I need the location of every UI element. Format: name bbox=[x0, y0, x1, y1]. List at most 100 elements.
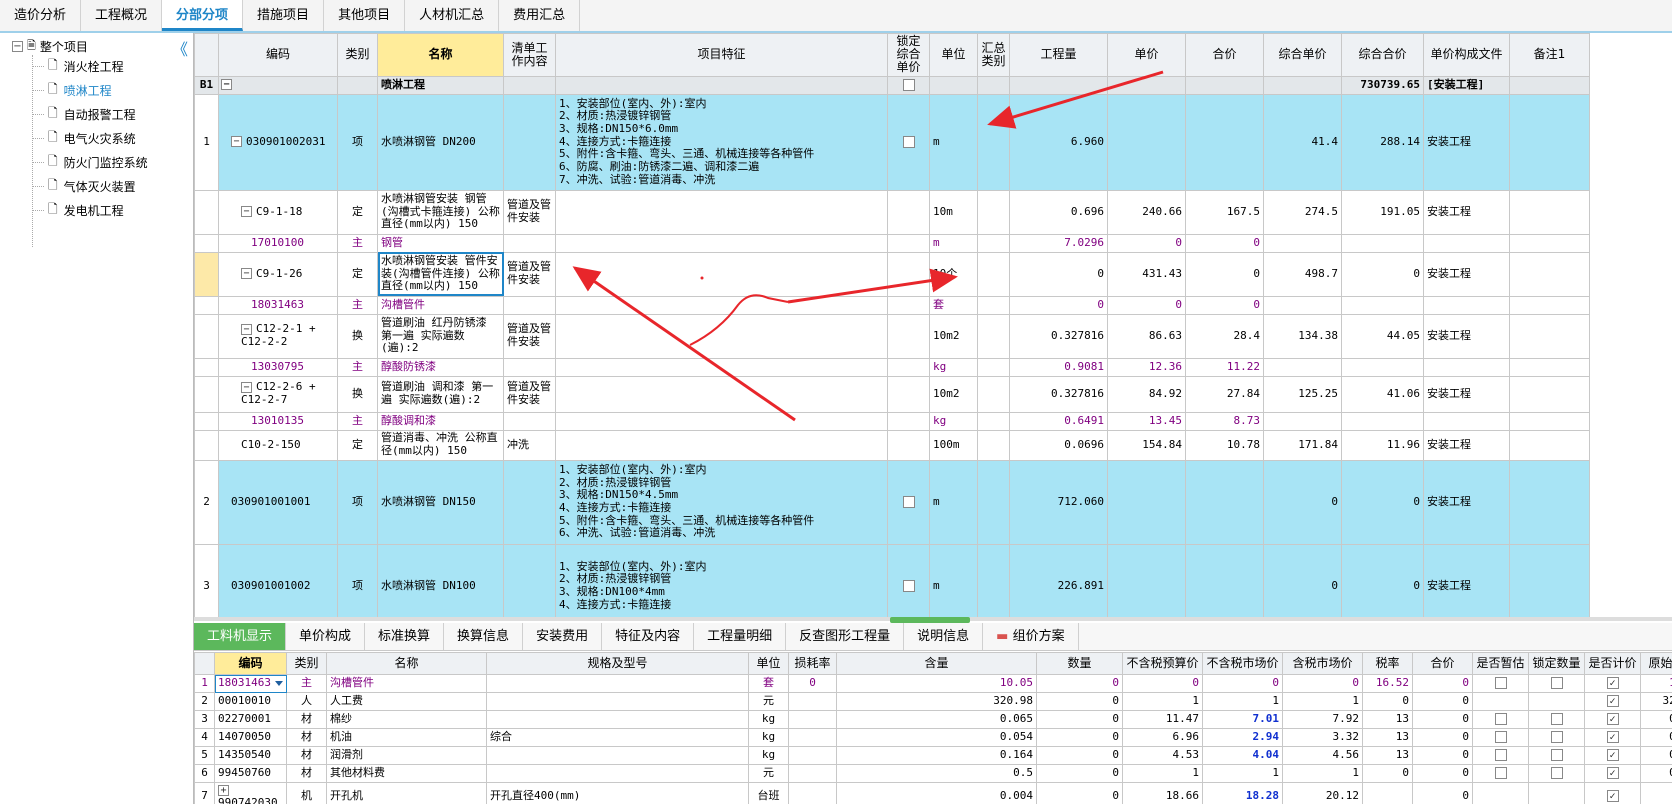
resource-cell[interactable] bbox=[1584, 764, 1641, 783]
top-tab-2[interactable]: 分部分项 bbox=[162, 0, 244, 31]
grid-cell[interactable] bbox=[887, 411, 930, 431]
row-checkbox[interactable] bbox=[1606, 790, 1619, 803]
resource-cell[interactable]: 1 bbox=[1202, 764, 1283, 783]
grid-header-7[interactable]: 单位 bbox=[929, 33, 978, 77]
grid-cell[interactable] bbox=[1509, 429, 1590, 461]
grid-cell[interactable]: 030901001001 bbox=[218, 459, 338, 545]
resource-cell[interactable]: 18031463 bbox=[214, 674, 287, 693]
grid-cell[interactable]: 171.84 bbox=[1263, 429, 1342, 461]
grid-cell[interactable]: 240.66 bbox=[1107, 189, 1186, 235]
resource-cell[interactable]: 综合 bbox=[486, 728, 749, 747]
resource-cell[interactable]: 4.53 bbox=[1122, 746, 1203, 765]
grid-cell[interactable]: 7.0296 bbox=[1009, 233, 1108, 253]
resource-cell[interactable]: 材 bbox=[286, 746, 327, 765]
grid-cell[interactable]: 管道及管件安装 bbox=[503, 375, 556, 413]
resource-cell[interactable]: 0.054 bbox=[836, 728, 1037, 747]
resource-cell[interactable]: 1 bbox=[194, 674, 215, 693]
grid-cell[interactable]: 换 bbox=[337, 313, 378, 359]
dropdown-arrow-icon[interactable] bbox=[274, 680, 283, 686]
grid-cell[interactable]: − C9-1-18 bbox=[218, 189, 338, 235]
grid-cell[interactable]: 498.7 bbox=[1263, 251, 1342, 297]
grid-cell[interactable]: 0 bbox=[1107, 233, 1186, 253]
resource-cell[interactable] bbox=[1472, 764, 1529, 783]
bottom-tab-2[interactable]: 标准换算 bbox=[365, 623, 445, 650]
grid-row[interactable]: 13030795 主醇酸防锈漆 kg 0.9081 12.36 11.22 bbox=[194, 357, 1590, 377]
grid-cell[interactable] bbox=[1263, 75, 1342, 95]
grid-cell[interactable] bbox=[1107, 93, 1186, 191]
resource-cell[interactable]: 20.12 bbox=[1282, 781, 1363, 804]
resource-cell[interactable]: 7.01 bbox=[1202, 710, 1283, 729]
resource-cell[interactable]: 0 bbox=[1362, 692, 1413, 711]
resource-cell[interactable]: 99450760 bbox=[214, 764, 287, 783]
resource-header-7[interactable]: 含量 bbox=[836, 652, 1037, 675]
resource-cell[interactable] bbox=[1528, 692, 1585, 711]
grid-header-3[interactable]: 名称 bbox=[377, 33, 504, 77]
collapse-sidebar-icon[interactable]: 《 bbox=[172, 36, 188, 60]
grid-cell[interactable]: 定 bbox=[337, 251, 378, 297]
grid-cell[interactable]: 安装工程 bbox=[1423, 375, 1510, 413]
resource-row[interactable]: 514350540材润滑剂kg0.16404.534.044.561300.1 bbox=[194, 746, 1672, 765]
grid-cell[interactable]: 水喷淋钢管 DN150 bbox=[377, 459, 504, 545]
resource-cell[interactable]: 13 bbox=[1362, 728, 1413, 747]
bottom-tab-9[interactable]: ▬ 组价方案 bbox=[983, 623, 1079, 650]
resource-cell[interactable]: 其他材料费 bbox=[326, 764, 487, 783]
resource-cell[interactable]: 0 bbox=[1362, 764, 1413, 783]
grid-cell[interactable]: 41.06 bbox=[1341, 375, 1424, 413]
grid-cell[interactable] bbox=[1185, 459, 1264, 545]
resource-cell[interactable]: 元 bbox=[748, 764, 789, 783]
bottom-tab-0[interactable]: 工料机显示 bbox=[194, 623, 287, 650]
bottom-tab-6[interactable]: 工程量明细 bbox=[694, 623, 787, 650]
grid-cell[interactable]: 0.9081 bbox=[1009, 357, 1108, 377]
grid-cell[interactable]: 0 bbox=[1185, 295, 1264, 315]
resource-header-17[interactable]: 原始含 bbox=[1640, 652, 1672, 675]
resource-cell[interactable] bbox=[1528, 710, 1585, 729]
resource-cell[interactable]: 元 bbox=[748, 692, 789, 711]
row-checkbox[interactable] bbox=[1494, 749, 1507, 762]
grid-cell[interactable] bbox=[1509, 251, 1590, 297]
grid-cell[interactable]: 管道及管件安装 bbox=[503, 313, 556, 359]
resource-cell[interactable]: 开孔机 bbox=[326, 781, 487, 804]
grid-cell[interactable]: 41.4 bbox=[1263, 93, 1342, 191]
row-checkbox[interactable] bbox=[1494, 767, 1507, 780]
resource-cell[interactable]: 10. bbox=[1640, 674, 1672, 693]
resource-header-4[interactable]: 规格及型号 bbox=[486, 652, 749, 675]
grid-cell[interactable] bbox=[503, 295, 556, 315]
resource-cell[interactable] bbox=[1584, 710, 1641, 729]
grid-cell[interactable]: 醇酸调和漆 bbox=[377, 411, 504, 431]
grid-cell[interactable]: kg bbox=[929, 357, 978, 377]
grid-cell[interactable] bbox=[1107, 543, 1186, 618]
grid-cell[interactable] bbox=[194, 189, 219, 235]
grid-header-6[interactable]: 锁定综合单价 bbox=[887, 33, 930, 77]
grid-cell[interactable]: B1 bbox=[194, 75, 219, 95]
grid-cell[interactable]: 安装工程 bbox=[1423, 313, 1510, 359]
grid-cell[interactable] bbox=[1263, 295, 1342, 315]
grid-header-0[interactable] bbox=[194, 33, 219, 77]
resource-cell[interactable]: 人 bbox=[286, 692, 327, 711]
resource-cell[interactable]: 1 bbox=[1202, 692, 1283, 711]
row-checkbox[interactable] bbox=[1606, 731, 1619, 744]
grid-cell[interactable]: 288.14 bbox=[1341, 93, 1424, 191]
grid-cell[interactable]: 水喷淋钢管安装 管件安装(沟槽管件连接) 公称直径(mm以内) 150 bbox=[377, 251, 504, 297]
resource-header-3[interactable]: 名称 bbox=[326, 652, 487, 675]
resource-cell[interactable]: 0 bbox=[1036, 764, 1123, 783]
grid-cell[interactable] bbox=[1509, 375, 1590, 413]
grid-cell[interactable] bbox=[929, 75, 978, 95]
grid-cell[interactable] bbox=[194, 295, 219, 315]
resource-cell[interactable]: 沟槽管件 bbox=[326, 674, 487, 693]
grid-cell[interactable]: 0 bbox=[1341, 543, 1424, 618]
grid-cell[interactable]: 定 bbox=[337, 429, 378, 461]
grid-cell[interactable] bbox=[1423, 357, 1510, 377]
grid-cell[interactable] bbox=[977, 295, 1010, 315]
grid-cell[interactable]: 6.960 bbox=[1009, 93, 1108, 191]
resource-cell[interactable]: kg bbox=[748, 728, 789, 747]
resource-cell[interactable]: 0.164 bbox=[836, 746, 1037, 765]
grid-cell[interactable]: 13030795 bbox=[218, 357, 338, 377]
grid-cell[interactable] bbox=[977, 543, 1010, 618]
grid-cell[interactable] bbox=[977, 189, 1010, 235]
resource-cell[interactable]: 棉纱 bbox=[326, 710, 487, 729]
grid-cell[interactable] bbox=[977, 411, 1010, 431]
grid-row[interactable]: − C12-2-6 + C12-2-7 换管道刷油 调和漆 第一遍 实际遍数(遍):… bbox=[194, 375, 1590, 413]
resource-cell[interactable]: 6.96 bbox=[1122, 728, 1203, 747]
resource-cell[interactable]: 0 bbox=[1036, 728, 1123, 747]
grid-cell[interactable]: 定 bbox=[337, 189, 378, 235]
